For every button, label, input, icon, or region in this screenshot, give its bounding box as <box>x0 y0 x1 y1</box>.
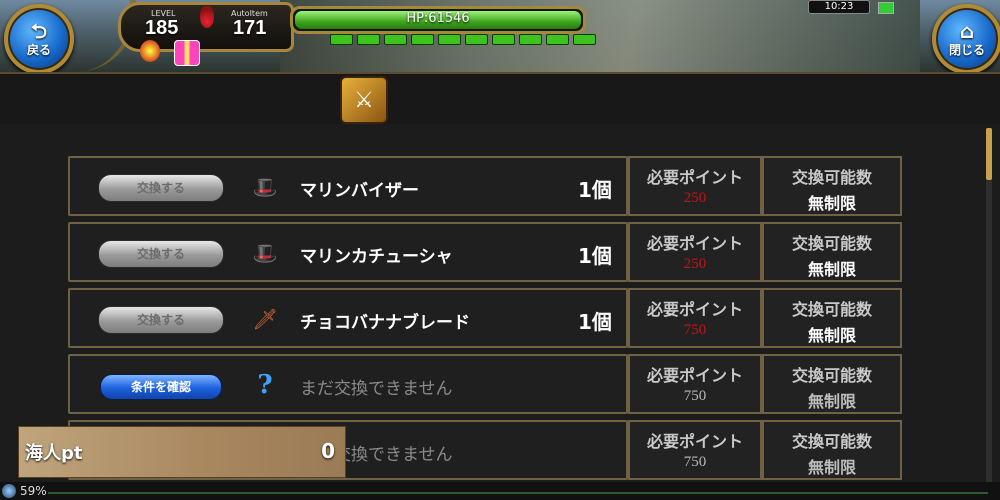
required-points-value: 250 <box>683 190 707 206</box>
item-name: マリンカチューシャ <box>300 247 453 267</box>
stamina-segment <box>438 34 461 45</box>
stamina-segment <box>546 34 569 45</box>
question-icon: ? <box>257 370 273 400</box>
exchange-count-cell: 交換可能数 無制限 <box>762 156 902 216</box>
exchange-count-value: 無制限 <box>807 260 856 279</box>
potion-icon <box>200 6 214 28</box>
item-name: チョコバナナブレード <box>300 313 470 333</box>
medal-icon[interactable] <box>140 40 160 62</box>
required-points-cell: 必要ポイント 250 <box>628 156 762 216</box>
item-quantity: 1個 <box>578 310 612 334</box>
hat-icon: 🎩 <box>252 175 278 199</box>
required-points-cell: 必要ポイント 750 <box>628 354 762 414</box>
download-status-icon <box>2 484 16 498</box>
required-points-value: 750 <box>683 388 707 404</box>
exchange-count-cell: 交換可能数 無制限 <box>762 222 902 282</box>
back-button-label: 戻る <box>26 42 51 57</box>
close-button-label: 閉じる <box>948 42 985 57</box>
list-item: 交換する 🎩 マリンバイザー 1個 必要ポイント 250 交換可能数 無制限 <box>68 156 904 218</box>
exchange-count-label: 交換可能数 <box>791 432 872 451</box>
exchange-count-cell: 交換可能数 無制限 <box>762 288 902 348</box>
required-points-label: 必要ポイント <box>646 366 743 385</box>
stamina-segment <box>384 34 407 45</box>
gift-icon[interactable] <box>174 40 200 66</box>
back-button[interactable]: ⮌ 戻る <box>4 4 74 74</box>
item-frame: 交換する 🎩 マリンカチューシャ 1個 <box>68 222 628 282</box>
points-value: 0 <box>321 439 335 463</box>
required-points-cell: 必要ポイント 750 <box>628 288 762 348</box>
stamina-segment <box>357 34 380 45</box>
hat-icon: 🎩 <box>252 241 278 265</box>
item-name: マリンバイザー <box>300 181 419 201</box>
stamina-segments <box>330 34 596 45</box>
scrollbar-thumb[interactable] <box>986 128 992 180</box>
exchange-count-value: 無制限 <box>807 194 856 213</box>
exchange-button[interactable]: 交換する <box>98 174 224 202</box>
required-points-label: 必要ポイント <box>646 168 743 187</box>
status-percent: 59% <box>20 484 47 498</box>
stamina-segment <box>465 34 488 45</box>
required-points-value: 250 <box>683 256 707 272</box>
required-points-value: 750 <box>683 454 707 470</box>
stamina-segment <box>573 34 596 45</box>
points-box: 海人pt 0 <box>18 426 346 478</box>
item-frame: 条件を確認 ? まだ交換できません <box>68 354 628 414</box>
check-condition-button[interactable]: 条件を確認 <box>100 374 222 400</box>
hp-bar: HP:61546 <box>290 6 586 34</box>
autoitem-value: 171 <box>233 17 267 39</box>
close-button[interactable]: ⌂ 閉じる <box>932 4 1000 74</box>
exchange-count-value: 無制限 <box>807 326 856 345</box>
stamina-segment <box>492 34 515 45</box>
level-value: 185 <box>145 17 179 39</box>
required-points-label: 必要ポイント <box>646 432 743 451</box>
points-label: 海人pt <box>25 443 83 464</box>
exchange-shop-icon: ⚔ <box>340 76 388 124</box>
hp-text: HP:61546 <box>406 11 470 26</box>
item-frame: 交換する 🗡 チョコバナナブレード 1個 <box>68 288 628 348</box>
list-item: 条件を確認 ? まだ交換できません 必要ポイント 750 交換可能数 無制限 <box>68 354 904 416</box>
status-progress-line <box>48 492 988 494</box>
required-points-value: 750 <box>683 322 707 338</box>
item-name: まだ交換できません <box>300 379 453 399</box>
blade-icon: 🗡 <box>252 307 278 331</box>
stamina-segment <box>519 34 542 45</box>
exchange-count-label: 交換可能数 <box>791 168 872 187</box>
required-points-label: 必要ポイント <box>646 234 743 253</box>
exchange-count-label: 交換可能数 <box>791 234 872 253</box>
exchange-button[interactable]: 交換する <box>98 240 224 268</box>
list-item: 交換する 🗡 チョコバナナブレード 1個 必要ポイント 750 交換可能数 無制… <box>68 288 904 350</box>
item-quantity: 1個 <box>578 178 612 202</box>
exchange-count-cell: 交換可能数 無制限 <box>762 420 902 480</box>
required-points-cell: 必要ポイント 750 <box>628 420 762 480</box>
back-arrow-icon: ⮌ <box>30 18 48 43</box>
exchange-button[interactable]: 交換する <box>98 306 224 334</box>
clock: 10:23 <box>808 0 870 14</box>
scrollbar-track[interactable] <box>986 128 992 488</box>
exchange-count-value: 無制限 <box>807 392 856 411</box>
exchange-count-label: 交換可能数 <box>791 366 872 385</box>
list-item: 交換する 🎩 マリンカチューシャ 1個 必要ポイント 250 交換可能数 無制限 <box>68 222 904 284</box>
battery-icon <box>878 2 894 14</box>
stamina-segment <box>411 34 434 45</box>
title-bar <box>0 72 1000 126</box>
stamina-segment <box>330 34 353 45</box>
exchange-count-cell: 交換可能数 無制限 <box>762 354 902 414</box>
required-points-cell: 必要ポイント 250 <box>628 222 762 282</box>
item-frame: 交換する 🎩 マリンバイザー 1個 <box>68 156 628 216</box>
home-icon: ⌂ <box>959 18 975 43</box>
status-bar <box>0 482 1000 500</box>
exchange-count-value: 無制限 <box>807 458 856 477</box>
exchange-count-label: 交換可能数 <box>791 300 872 319</box>
item-quantity: 1個 <box>578 244 612 268</box>
required-points-label: 必要ポイント <box>646 300 743 319</box>
